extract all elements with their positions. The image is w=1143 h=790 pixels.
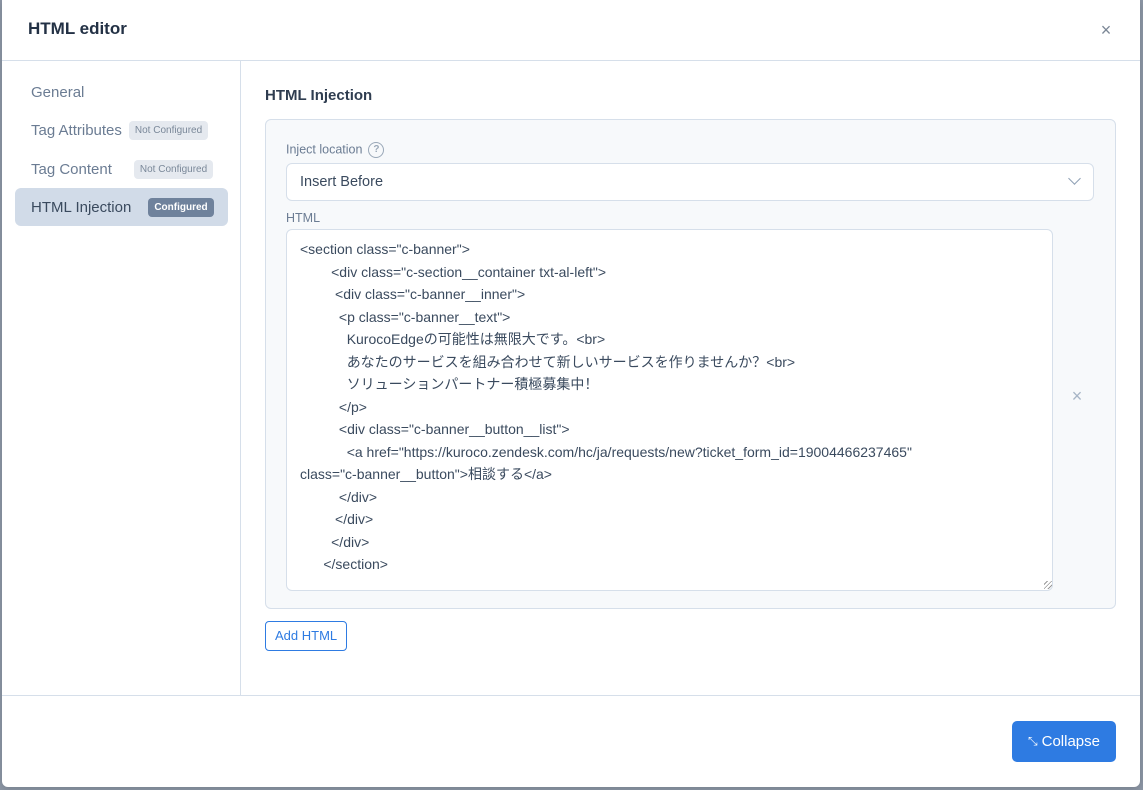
inject-location-value: Insert Before <box>300 174 384 190</box>
injection-panel: Inject location? Insert Before HTML <sec… <box>265 119 1116 609</box>
inject-location-label: Inject location? <box>286 142 385 158</box>
html-editor-modal: HTML editor × General Tag Attributes Not… <box>2 0 1140 787</box>
main-content: HTML Injection Inject location? Insert B… <box>265 61 1116 695</box>
collapse-icon: ⤡ <box>1028 734 1038 748</box>
sidebar-item-label: Tag Content <box>31 160 112 178</box>
sidebar-item-label: General <box>31 83 85 101</box>
remove-html-icon[interactable]: × <box>1069 387 1085 405</box>
html-label: HTML <box>286 211 321 225</box>
sidebar-item-tag-attributes[interactable]: Tag Attributes Not Configured <box>15 111 228 149</box>
modal-body: General Tag Attributes Not Configured Ta… <box>2 61 1140 695</box>
sidebar-item-label: Tag Attributes <box>31 121 122 139</box>
status-badge: Not Configured <box>133 159 214 179</box>
help-icon[interactable]: ? <box>368 142 385 158</box>
chevron-down-icon <box>1068 172 1081 185</box>
sidebar-item-general[interactable]: General <box>15 73 228 111</box>
section-title: HTML Injection <box>265 87 373 104</box>
status-badge: Not Configured <box>128 120 209 140</box>
collapse-button[interactable]: ⤡ Collapse <box>1012 721 1116 762</box>
sidebar-item-tag-content[interactable]: Tag Content Not Configured <box>15 150 228 188</box>
modal-title: HTML editor <box>28 19 127 38</box>
resize-handle-icon[interactable] <box>1044 581 1052 589</box>
html-textarea[interactable]: <section class="c-banner"> <div class="c… <box>286 229 1053 591</box>
sidebar: General Tag Attributes Not Configured Ta… <box>2 61 241 695</box>
add-html-button[interactable]: Add HTML <box>265 621 348 651</box>
inject-location-select[interactable]: Insert Before <box>286 163 1094 201</box>
modal-header: HTML editor × <box>2 0 1140 61</box>
sidebar-item-label: HTML Injection <box>31 198 132 216</box>
collapse-label: Collapse <box>1041 733 1100 750</box>
inject-location-label-text: Inject location <box>286 142 363 157</box>
status-badge: Configured <box>148 197 214 217</box>
sidebar-item-html-injection[interactable]: HTML Injection Configured <box>15 188 228 226</box>
close-icon[interactable]: × <box>1096 20 1116 40</box>
modal-footer: ⤡ Collapse <box>2 695 1140 787</box>
